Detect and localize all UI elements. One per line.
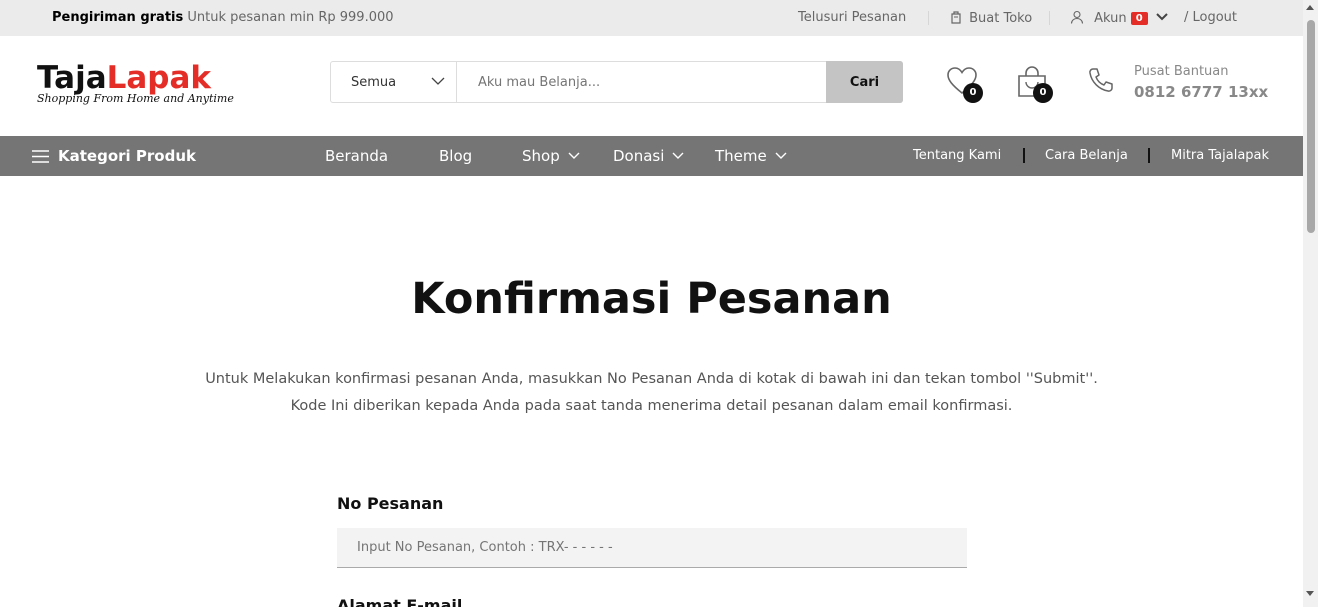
logo-text-part2: Lapak <box>106 60 212 96</box>
chevron-down-icon <box>568 152 580 159</box>
help-center-label: Pusat Bantuan <box>1134 64 1229 79</box>
nav-link-partner[interactable]: Mitra Tajalapak <box>1171 148 1269 163</box>
phone-icon <box>1089 68 1113 92</box>
account-menu[interactable]: Akun 0 <box>1070 10 1168 26</box>
page-title: Konfirmasi Pesanan <box>411 274 892 324</box>
order-number-input[interactable] <box>337 528 967 568</box>
nav-link-how-to-shop[interactable]: Cara Belanja <box>1045 148 1128 163</box>
help-center[interactable]: Pusat Bantuan 0812 6777 13xx <box>1087 64 1268 101</box>
search-category-select[interactable]: Semua <box>331 62 457 102</box>
wishlist-button[interactable]: 0 <box>946 66 983 103</box>
top-bar: Pengiriman gratis Untuk pesanan min Rp 9… <box>0 0 1303 36</box>
nav-item-donasi-label: Donasi <box>613 147 665 165</box>
categories-menu-label: Kategori Produk <box>58 147 196 165</box>
topbar-divider <box>1049 11 1050 25</box>
create-store-link[interactable]: Buat Toko <box>950 10 1032 26</box>
nav-divider <box>1148 148 1150 163</box>
search-button[interactable]: Cari <box>826 61 903 103</box>
header: TajaLapak Shopping From Home and Anytime… <box>0 36 1303 136</box>
search-category-value: Semua <box>351 75 397 90</box>
order-number-label: No Pesanan <box>337 494 444 513</box>
shipping-notice-text: Untuk pesanan min Rp 999.000 <box>187 10 394 25</box>
search-input[interactable] <box>458 62 828 102</box>
nav-item-theme[interactable]: Theme <box>715 147 787 165</box>
nav-item-shop[interactable]: Shop <box>522 147 580 165</box>
help-center-phone: 0812 6777 13xx <box>1134 83 1269 101</box>
user-icon <box>1070 10 1084 24</box>
nav-item-beranda[interactable]: Beranda <box>325 147 388 165</box>
page-description: Untuk Melakukan konfirmasi pesanan Anda,… <box>205 371 1098 414</box>
scroll-down-arrow-icon[interactable] <box>1306 591 1314 596</box>
logo-tagline: Shopping From Home and Anytime <box>37 92 234 105</box>
shipping-notice-bold: Pengiriman gratis <box>52 10 184 25</box>
logo-text-part1: Taja <box>37 60 107 96</box>
categories-menu-button[interactable]: Kategori Produk <box>32 147 196 165</box>
site-logo[interactable]: TajaLapak Shopping From Home and Anytime <box>37 61 234 105</box>
account-label: Akun <box>1094 11 1127 26</box>
email-label: Alamat E-mail <box>337 596 463 607</box>
account-badge: 0 <box>1130 12 1148 25</box>
hamburger-menu-icon <box>32 150 49 163</box>
cart-button[interactable]: 0 <box>1016 66 1053 103</box>
search-bar: Semua Cari <box>330 61 903 103</box>
chevron-down-icon <box>1156 13 1168 21</box>
topbar-divider <box>928 11 929 25</box>
nav-item-shop-label: Shop <box>522 147 560 165</box>
track-orders-link[interactable]: Telusuri Pesanan <box>798 10 906 25</box>
nav-link-about[interactable]: Tentang Kami <box>913 148 1001 163</box>
main-nav: Kategori Produk Beranda Blog Shop Donasi… <box>0 136 1303 176</box>
wishlist-count-badge: 0 <box>963 83 983 103</box>
shipping-notice: Pengiriman gratis Untuk pesanan min Rp 9… <box>52 10 394 25</box>
nav-item-theme-label: Theme <box>715 147 767 165</box>
page-scrollbar[interactable] <box>1303 0 1318 607</box>
nav-divider <box>1023 148 1025 163</box>
chevron-down-icon <box>672 152 684 159</box>
scrollbar-thumb[interactable] <box>1307 20 1315 233</box>
cart-count-badge: 0 <box>1033 83 1053 103</box>
logout-link[interactable]: / Logout <box>1184 10 1237 25</box>
chevron-down-icon <box>775 152 787 159</box>
nav-item-donasi[interactable]: Donasi <box>613 147 684 165</box>
scroll-up-arrow-icon[interactable] <box>1306 5 1314 10</box>
store-icon <box>951 11 961 24</box>
create-store-label: Buat Toko <box>969 11 1033 26</box>
nav-item-blog[interactable]: Blog <box>439 147 472 165</box>
chevron-down-icon <box>431 77 445 85</box>
